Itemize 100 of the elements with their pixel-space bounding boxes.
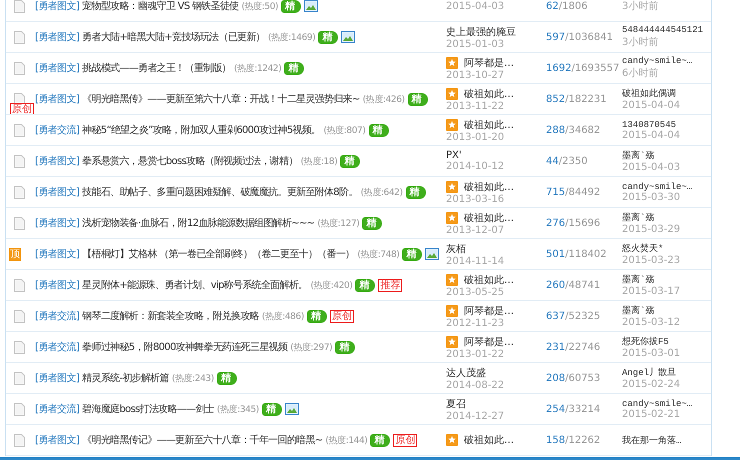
document-icon	[14, 402, 24, 416]
heat-count: (热度:297)	[290, 342, 332, 354]
reply-count: 158	[546, 434, 566, 446]
document-icon	[14, 278, 24, 292]
author-link[interactable]: 阿琴都是…	[464, 304, 514, 318]
thread-title-link[interactable]: 浅析宠物装备·血脉石，附12血脉能源数据组图解析~~~	[82, 216, 314, 230]
last-reply-time: 2015-02-21	[622, 408, 682, 420]
category-link[interactable]: [勇者图文]	[35, 0, 80, 13]
last-reply-user[interactable]: candy~smile~…	[622, 56, 711, 66]
thread-title-link[interactable]: 技能石、助帖子、多重问题困难疑解、破魔魔抗。更新至附体8阶。	[82, 185, 358, 199]
last-reply-time: 2015-03-17	[622, 286, 682, 297]
thread-title-link[interactable]: 【梧桐灯】艾格林 （第一卷已全部刷终）（卷二更至十）（番一）	[82, 247, 354, 261]
document-icon	[14, 62, 24, 74]
author-link[interactable]: PX'	[446, 150, 462, 161]
reply-count: 62	[546, 0, 559, 12]
last-reply-user[interactable]: 我在那一角落…	[622, 434, 711, 446]
image-icon	[284, 403, 299, 415]
last-reply-user[interactable]: 墨离`殇	[622, 304, 711, 317]
reply-count: 254	[546, 404, 566, 414]
category-link[interactable]: [勇者图文]	[35, 433, 80, 447]
thread-title-link[interactable]: 宠物型攻略：幽魂守卫 VS 钢铁圣徒使	[82, 0, 238, 13]
thread-title-link[interactable]: 《明光暗黑传记》——更新至六十八章：千年一回的暗黑~	[82, 433, 322, 447]
thread-title-link[interactable]: 挑战模式——勇者之王！（重制版）	[82, 61, 232, 75]
thread-title-link[interactable]: 神秘5“绝望之炎”攻略，附加双人重剁6000攻过神5视频。	[82, 123, 320, 137]
category-link[interactable]: [勇者图文]	[35, 61, 80, 75]
author-link[interactable]: 破祖如此…	[464, 433, 514, 447]
reply-count: 260	[546, 280, 566, 290]
author-link[interactable]: 阿琴都是…	[464, 334, 514, 348]
reply-count: 276	[546, 218, 566, 228]
featured-tag: 精	[408, 92, 428, 106]
author-link[interactable]: 破祖如此…	[464, 210, 514, 224]
view-count: /1036841	[565, 32, 613, 42]
featured-tag: 精	[262, 402, 282, 416]
thread-title-link[interactable]: 碧海魔庭boss打法攻略——剑士	[82, 402, 214, 416]
last-reply-user[interactable]: 1340870545	[622, 120, 711, 130]
category-link[interactable]: [勇者图文]	[35, 247, 80, 261]
reply-count: 501	[546, 248, 566, 260]
thread-title-link[interactable]: 勇者大陆+暗黑大陆+竞技场玩法（已更新）	[82, 30, 265, 44]
author-link[interactable]: 史上最强的腌豆	[446, 24, 516, 38]
featured-tag: 精	[216, 372, 237, 384]
document-icon	[14, 154, 24, 168]
thread-title-link[interactable]: 拳系悬赏六，悬赏七boss攻略（附视频过法，谢精）	[82, 154, 298, 168]
author-link[interactable]: 夏召	[446, 396, 466, 410]
category-link[interactable]: [勇者图文]	[35, 154, 80, 168]
thread-title-link[interactable]: 拳师过神秘5，附8000攻神舞拳无药连死三星视频	[82, 340, 288, 354]
last-reply-user[interactable]: 怒火焚天*	[622, 242, 711, 255]
category-link[interactable]: [勇者交流]	[35, 123, 80, 137]
last-reply-time: 2015-04-04	[622, 130, 682, 140]
heat-count: (热度:426)	[362, 94, 405, 106]
author-link[interactable]: 达人茂盛	[446, 366, 486, 380]
document-icon	[14, 216, 24, 230]
last-reply-user[interactable]: 墨离`殇	[622, 211, 711, 224]
last-reply-time: 2015-03-29	[622, 224, 682, 235]
image-icon	[304, 0, 318, 12]
thread-title-link[interactable]: 星灵附体+能源珠、勇者计划、vip称号系统全面解析。	[82, 278, 308, 292]
reply-count: 44	[546, 156, 559, 166]
category-link[interactable]: [勇者图文]	[35, 371, 80, 385]
post-date: 2015-01-03	[446, 38, 506, 50]
author-link[interactable]: 破祖如此…	[464, 272, 514, 286]
category-link[interactable]: [勇者图文]	[35, 278, 80, 292]
reply-count: 288	[546, 124, 566, 136]
last-reply-user[interactable]: candy~smile~…	[622, 398, 711, 408]
heat-count: (热度:420)	[310, 280, 352, 292]
featured-tag: 精	[340, 154, 360, 168]
post-date: 2013-05-25	[446, 286, 506, 298]
view-count: /34682	[565, 124, 600, 136]
post-date: 2013-01-20	[446, 132, 506, 142]
last-reply-time: 2015-03-12	[622, 317, 682, 328]
document-icon	[14, 372, 24, 384]
last-reply-user[interactable]: 想死你拔F5	[622, 335, 711, 348]
category-link[interactable]: [勇者交流]	[35, 402, 80, 416]
author-link[interactable]: 破祖如此…	[464, 180, 514, 194]
heat-count: (热度:748)	[357, 248, 400, 260]
thread-title-link[interactable]: 《明光暗黑传》——更新至第六十八章：开战！十二星灵强势归来~	[82, 92, 360, 106]
view-count: /84492	[565, 186, 600, 198]
post-date: 2014-11-14	[446, 256, 506, 266]
last-reply-user[interactable]: Angel丿散旦	[622, 366, 711, 379]
category-link[interactable]: [勇者交流]	[35, 309, 80, 323]
stamp-badge: 原创	[393, 434, 418, 446]
featured-tag: 精	[355, 278, 376, 292]
last-reply-user[interactable]: 墨离`殇	[622, 273, 711, 286]
document-icon	[14, 186, 24, 198]
author-link[interactable]: 破祖如此…	[464, 118, 514, 132]
last-reply-user[interactable]: candy~smile~…	[622, 182, 711, 192]
author-link[interactable]: 破祖如此…	[464, 86, 514, 100]
author-link[interactable]: 阿琴都是…	[464, 56, 514, 70]
post-date: 2014-12-27	[446, 410, 506, 422]
category-link[interactable]: [勇者图文]	[35, 216, 80, 230]
last-reply-user[interactable]: 548444444545121	[622, 25, 711, 35]
category-link[interactable]: [勇者图文]	[35, 185, 80, 199]
featured-tag: 精	[306, 310, 327, 322]
post-date: 2015-04-03	[446, 0, 506, 12]
category-link[interactable]: [勇者图文]	[35, 92, 80, 106]
category-link[interactable]: [勇者图文]	[35, 30, 80, 44]
last-reply-user[interactable]: 破祖如此偶调	[622, 87, 711, 100]
thread-title-link[interactable]: 钢琴二度解析：新套装全攻略，附兑换攻略	[82, 309, 259, 323]
author-link[interactable]: 灰栢	[446, 242, 466, 256]
last-reply-user[interactable]: 墨离`殇	[622, 149, 711, 162]
category-link[interactable]: [勇者交流]	[35, 340, 80, 354]
thread-title-link[interactable]: 精灵系统-初步解析篇	[82, 371, 169, 385]
